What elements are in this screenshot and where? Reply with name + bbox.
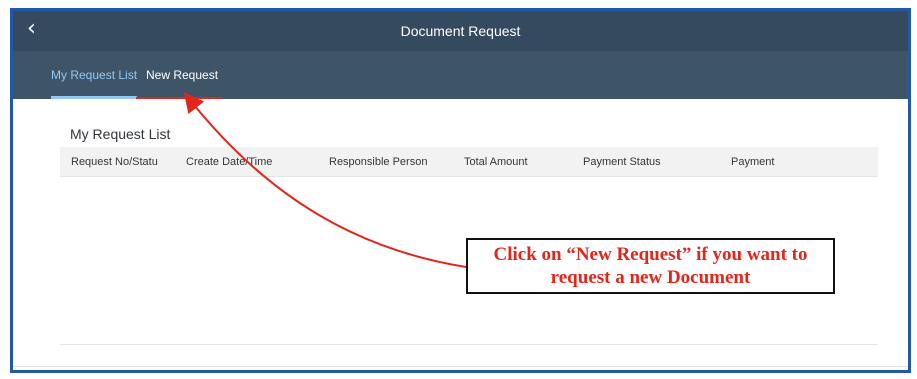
column-header[interactable]: Payment Status (583, 147, 661, 177)
column-header[interactable]: Payment (731, 147, 774, 177)
tab-bar: My Request List New Request (13, 51, 908, 132)
tab-new-request[interactable]: New Request (146, 51, 218, 99)
column-header[interactable]: Request No/Statu (71, 147, 158, 177)
column-header[interactable]: Total Amount (464, 147, 528, 177)
tab-my-request-list[interactable]: My Request List (51, 51, 138, 99)
callout-line-1: Click on “New Request” if you want to (493, 244, 808, 265)
table-header: Request No/Statu Create Date/Time Respon… (60, 147, 878, 177)
page-title: Document Request (400, 23, 521, 39)
main-content: My Request List Request No/Statu Create … (13, 99, 908, 370)
column-header[interactable]: Responsible Person (329, 147, 427, 177)
column-header[interactable]: Create Date/Time (186, 147, 272, 177)
annotation-callout: Click on “New Request” if you want to re… (466, 238, 835, 294)
app-window: ‹ Document Request My Request List New R… (10, 8, 911, 373)
section-title: My Request List (70, 126, 171, 142)
divider (13, 366, 908, 367)
shell-header: ‹ Document Request (13, 11, 908, 51)
callout-line-2: request a new Document (550, 267, 751, 288)
